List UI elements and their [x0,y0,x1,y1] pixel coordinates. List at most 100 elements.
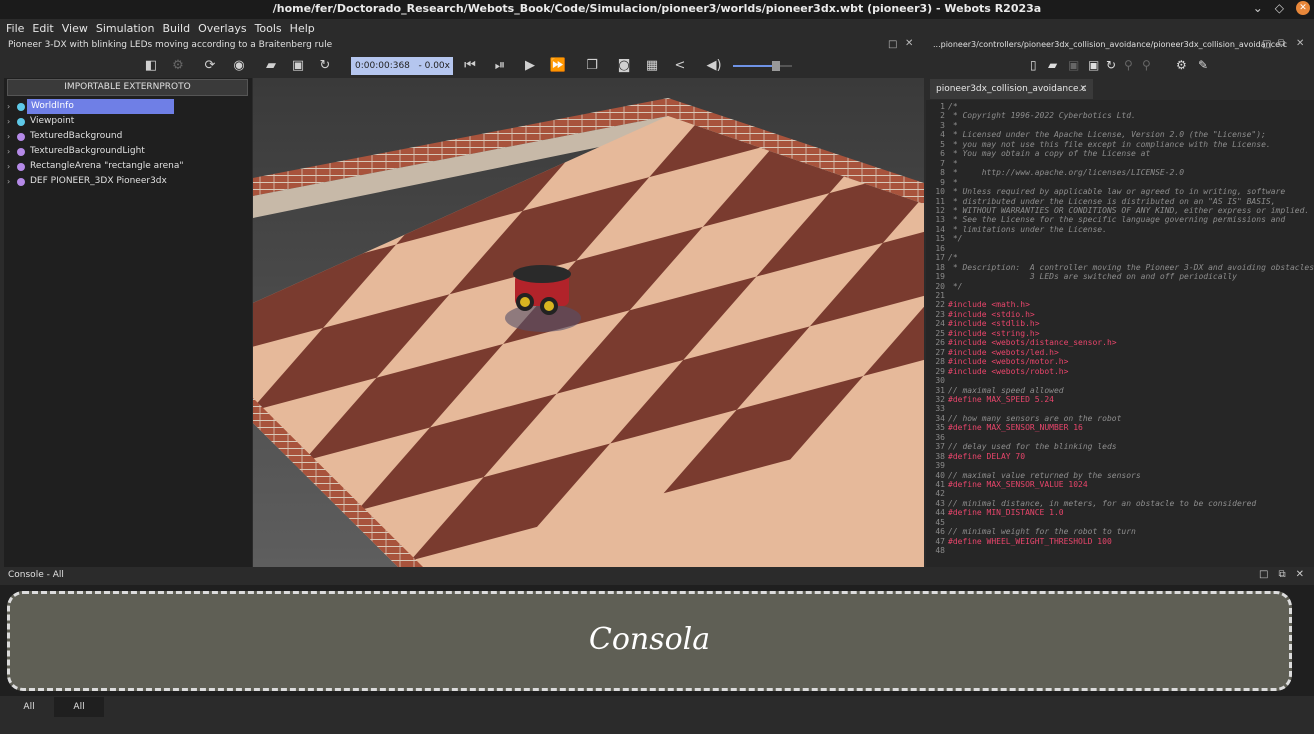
line-number: 12 [935,205,945,215]
play-icon[interactable]: ▶ [519,56,541,76]
line-number: 17 [935,253,945,263]
line-number: 16 [935,243,945,253]
simulation-speed: - 0.00x [418,61,450,71]
clean-broom-icon[interactable]: ✎ [1198,58,1208,72]
line-number: 42 [935,489,945,499]
expand-arrow-icon[interactable]: › [7,159,10,174]
code-editor[interactable]: 1/* 2 * Copyright 1996-2022 Cyberbotics L… [926,100,1314,567]
sync-icon[interactable]: ⟳ [199,56,221,76]
step-icon[interactable]: ⏯ [489,56,511,76]
code-line: #define WHEEL_WEIGHT_THRESHOLD 100 [948,536,1112,546]
settings-disabled-icon: ⚙ [172,58,184,73]
code-line: * you may not use this file except in co… [948,139,1271,149]
menu-file[interactable]: File [6,19,24,38]
expand-arrow-icon[interactable]: › [7,114,10,129]
code-line: #include <stdio.h> [948,309,1035,319]
line-number: 46 [935,527,945,537]
menu-view[interactable]: View [62,19,88,38]
render-toggle-icon[interactable]: ❐ [581,56,603,76]
line-number: 38 [935,451,945,461]
node-type-icon [17,133,25,141]
panel-float-icon[interactable]: □ [888,39,897,50]
reload-icon[interactable]: ↻ [314,56,336,76]
console-close-icon[interactable]: ✕ [1296,569,1304,580]
editor-restore-icon[interactable]: ⧉ [1278,38,1285,49]
simulation-time-display: 0:00:00:368 - 0.00x [351,57,453,75]
line-number: 37 [935,442,945,452]
menu-edit[interactable]: Edit [32,19,53,38]
volume-slider-handle[interactable] [772,61,780,71]
node-type-icon [17,163,25,171]
tree-item[interactable]: › DEF PIONEER_3DX Pioneer3dx [4,174,252,189]
console-float-icon[interactable]: □ [1259,569,1268,580]
volume-icon[interactable]: ◀) [703,56,725,76]
code-line: // minimal distance, in meters, for an o… [948,498,1257,508]
line-number: 4 [940,130,945,140]
line-number: 9 [940,177,945,187]
record-movie-icon[interactable]: ▦ [641,56,663,76]
console-tab-bar [0,696,1314,734]
save-icon[interactable]: ▣ [287,56,309,76]
line-number: 23 [935,309,945,319]
tree-item[interactable]: › TexturedBackgroundLight [4,144,252,159]
console-tab-all-2[interactable]: All [54,697,104,717]
menu-build[interactable]: Build [162,19,190,38]
volume-slider-track[interactable] [780,65,792,67]
importable-externproto-button[interactable]: IMPORTABLE EXTERNPROTO [7,79,248,96]
new-file-icon[interactable]: ▯ [1030,58,1037,72]
console-tab-all-1[interactable]: All [4,697,54,717]
open-file-icon[interactable]: ▰ [1048,58,1057,72]
code-line: /* [948,253,958,263]
tree-item[interactable]: › Viewpoint [4,114,252,129]
line-number: 19 [935,272,945,282]
line-number: 22 [935,300,945,310]
line-number: 47 [935,536,945,546]
line-number: 20 [935,281,945,291]
hide-panel-icon[interactable]: ◧ [140,56,162,76]
reset-simulation-icon[interactable]: ⏮ [459,56,481,76]
line-number: 45 [935,517,945,527]
tree-item[interactable]: › RectangleArena "rectangle arena" [4,159,252,174]
menu-simulation[interactable]: Simulation [96,19,155,38]
menu-tools[interactable]: Tools [255,19,282,38]
tree-item-label: DEF PIONEER_3DX Pioneer3dx [30,176,167,186]
fast-forward-icon[interactable]: ⏩ [547,56,569,76]
code-line: #include <webots/motor.h> [948,357,1069,367]
expand-arrow-icon[interactable]: › [7,129,10,144]
line-number: 13 [935,215,945,225]
open-folder-icon[interactable]: ▰ [260,56,282,76]
menu-overlays[interactable]: Overlays [198,19,247,38]
line-number: 32 [935,394,945,404]
editor-tab-pioneer3dx[interactable]: pioneer3dx_collision_avoidance.c ✕ [930,79,1093,99]
close-icon[interactable]: ✕ [1296,1,1310,15]
editor-tab-close-icon[interactable]: ✕ [1079,79,1087,99]
view-eye-icon[interactable]: ◉ [228,56,250,76]
editor-float-icon[interactable]: □ [1262,39,1271,50]
code-line: // minimal weight for the robot to turn [948,527,1136,537]
code-line: #include <string.h> [948,328,1040,338]
line-number: 8 [940,168,945,178]
maximize-icon[interactable]: ◇ [1275,1,1284,15]
line-number: 31 [935,385,945,395]
3d-viewport[interactable] [253,78,924,567]
expand-arrow-icon[interactable]: › [7,144,10,159]
code-line: * WITHOUT WARRANTIES OR CONDITIONS OF AN… [948,205,1310,215]
menu-help[interactable]: Help [290,19,315,38]
tree-item[interactable]: › TexturedBackground [4,129,252,144]
save-as-icon[interactable]: ▣ [1088,58,1099,72]
expand-arrow-icon[interactable]: › [7,174,10,189]
expand-arrow-icon[interactable]: › [7,99,10,114]
panel-close-icon[interactable]: ✕ [905,38,913,49]
share-icon[interactable]: < [669,56,691,76]
tree-item[interactable]: › WorldInfo [4,99,252,114]
console-title: Console - All [8,570,64,580]
build-gear-icon[interactable]: ⚙ [1176,58,1187,72]
console-restore-icon[interactable]: ⧉ [1278,569,1285,580]
screenshot-icon[interactable]: ◙ [613,56,635,76]
console-header [0,569,1314,585]
minimize-icon[interactable]: ⌄ [1253,1,1263,15]
line-number: 7 [940,158,945,168]
code-line: * Copyright 1996-2022 Cyberbotics Ltd. [948,111,1136,121]
revert-icon[interactable]: ↻ [1106,58,1116,72]
editor-close-icon[interactable]: ✕ [1296,38,1304,49]
